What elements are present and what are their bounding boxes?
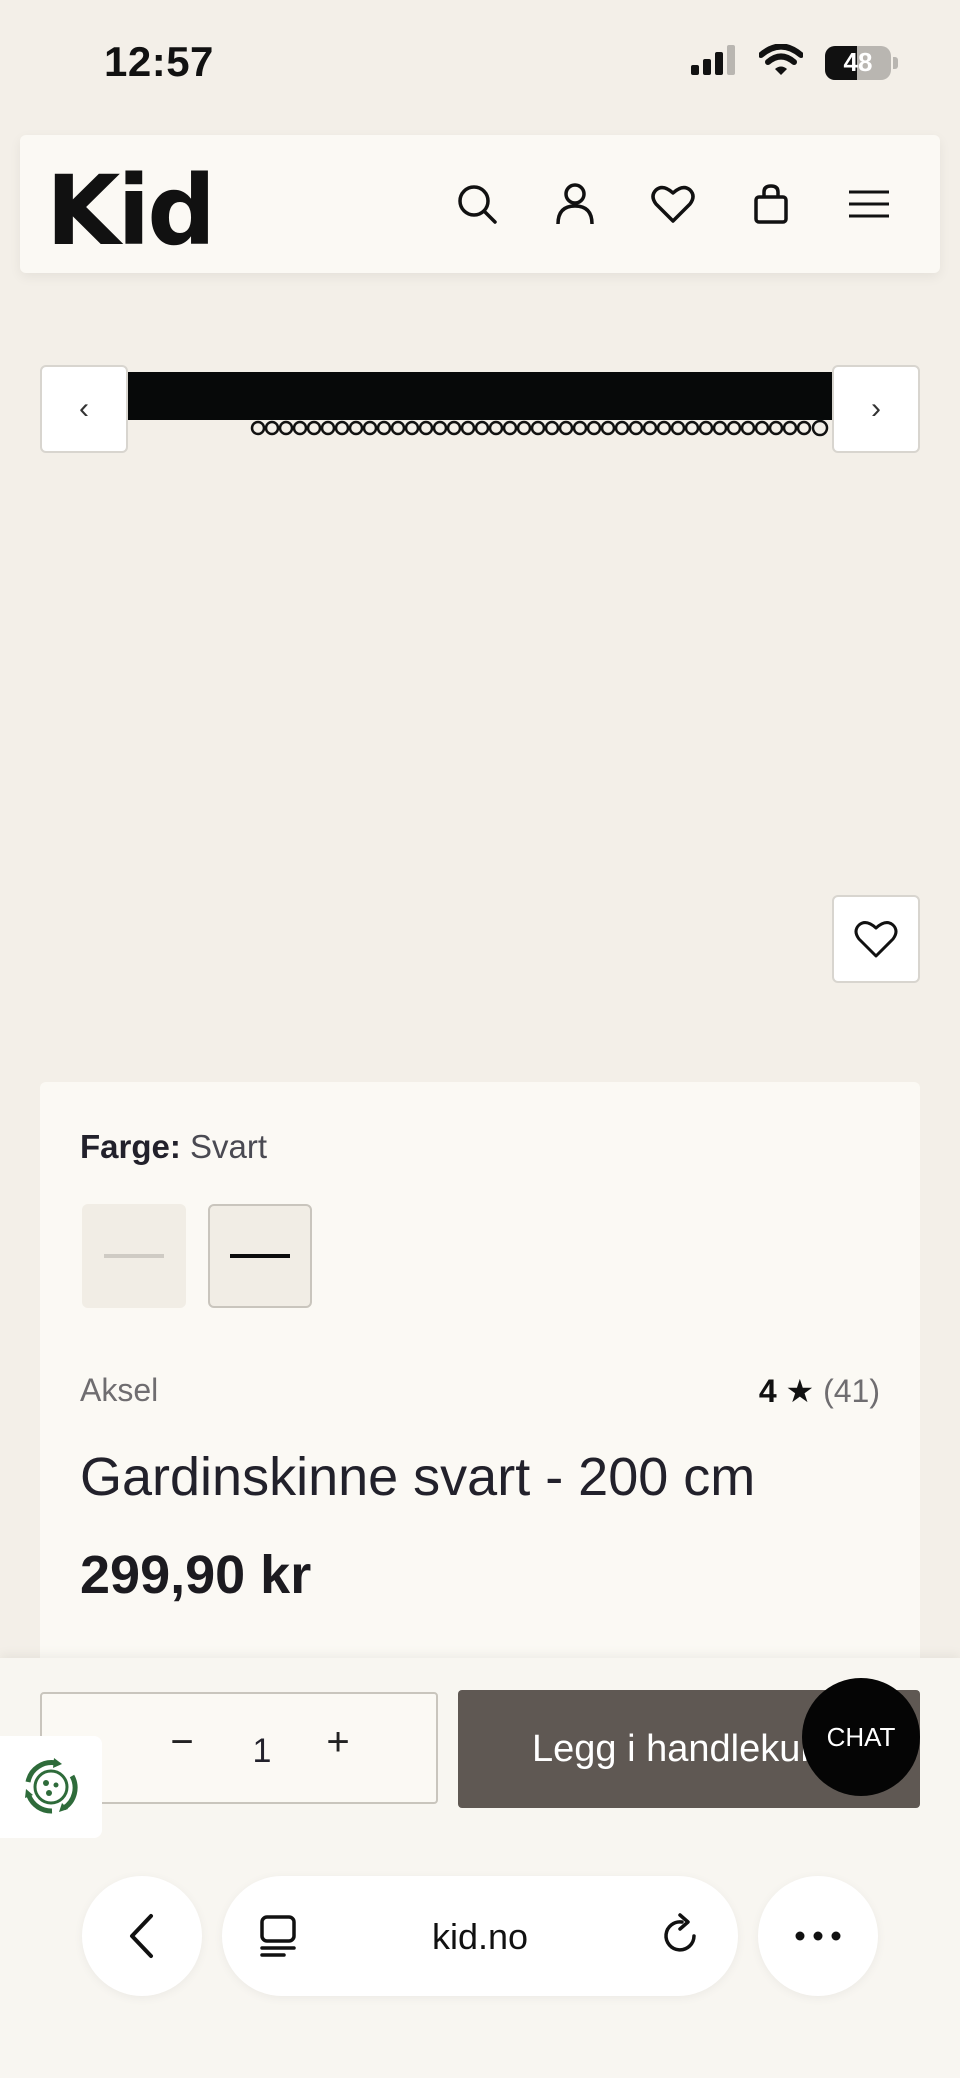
gallery-prev-button[interactable]: ‹ bbox=[40, 365, 128, 453]
color-label: Farge: bbox=[80, 1128, 181, 1165]
product-price: 299,90 kr bbox=[80, 1545, 312, 1605]
wifi-icon bbox=[758, 43, 804, 81]
battery-tip bbox=[893, 56, 898, 69]
search-icon[interactable] bbox=[452, 179, 502, 229]
site-header: Kid bbox=[20, 135, 940, 273]
gallery-next-button[interactable]: › bbox=[832, 365, 920, 453]
reload-icon[interactable] bbox=[660, 1912, 702, 1958]
signal-icon bbox=[691, 45, 737, 80]
more-options-button[interactable] bbox=[758, 1876, 878, 1996]
address-bar[interactable]: kid.no bbox=[222, 1876, 738, 1996]
star-icon: ★ bbox=[785, 1373, 815, 1409]
status-time: 12:57 bbox=[104, 38, 214, 85]
menu-icon[interactable] bbox=[844, 179, 894, 229]
chevron-right-icon: › bbox=[871, 392, 881, 425]
bag-icon[interactable] bbox=[746, 179, 796, 229]
product-brand[interactable]: Aksel bbox=[80, 1372, 158, 1409]
product-image-hooks bbox=[250, 419, 829, 437]
quantity-value[interactable]: 1 bbox=[232, 1732, 292, 1771]
quantity-increase-button[interactable]: + bbox=[308, 1720, 368, 1765]
battery-icon: 48 bbox=[825, 45, 898, 80]
ellipsis-icon bbox=[795, 1931, 841, 1941]
chat-button[interactable]: CHAT bbox=[802, 1678, 920, 1796]
add-to-wishlist-button[interactable] bbox=[832, 895, 920, 983]
color-swatch-white[interactable] bbox=[82, 1204, 186, 1308]
user-icon[interactable] bbox=[550, 179, 600, 229]
color-swatch-black[interactable] bbox=[208, 1204, 312, 1308]
chevron-left-icon bbox=[130, 1914, 153, 1958]
white-rail-thumbnail bbox=[104, 1254, 164, 1258]
heart-icon[interactable] bbox=[648, 179, 698, 229]
status-bar: 12:57 48 bbox=[0, 0, 960, 130]
add-to-cart-label: Legg i handlekurv bbox=[532, 1727, 832, 1770]
battery-level: 48 bbox=[843, 47, 873, 77]
browser-back-button[interactable] bbox=[82, 1876, 202, 1996]
quantity-decrease-button[interactable]: − bbox=[152, 1720, 212, 1765]
black-rail-thumbnail bbox=[230, 1254, 290, 1258]
recycle-globe-icon bbox=[25, 1758, 78, 1814]
logo[interactable]: Kid bbox=[46, 155, 216, 267]
bottom-bar: − 1 + Legg i handlekurv CHAT kid.no bbox=[0, 1658, 960, 2078]
color-selector-label: Farge: Svart bbox=[80, 1128, 267, 1166]
product-rating[interactable]: 4 ★ (41) bbox=[759, 1372, 880, 1410]
heart-icon bbox=[854, 921, 898, 958]
product-image-rail bbox=[128, 372, 832, 420]
rating-count: (41) bbox=[823, 1373, 880, 1409]
status-icons: 48 bbox=[691, 43, 898, 81]
chevron-left-icon: ‹ bbox=[79, 392, 89, 425]
color-value: Svart bbox=[190, 1128, 268, 1165]
eco-badge[interactable] bbox=[0, 1736, 102, 1838]
rating-value: 4 bbox=[758, 1373, 777, 1409]
product-title: Gardinskinne svart - 200 cm bbox=[80, 1447, 756, 1507]
battery: 48 bbox=[825, 45, 891, 80]
